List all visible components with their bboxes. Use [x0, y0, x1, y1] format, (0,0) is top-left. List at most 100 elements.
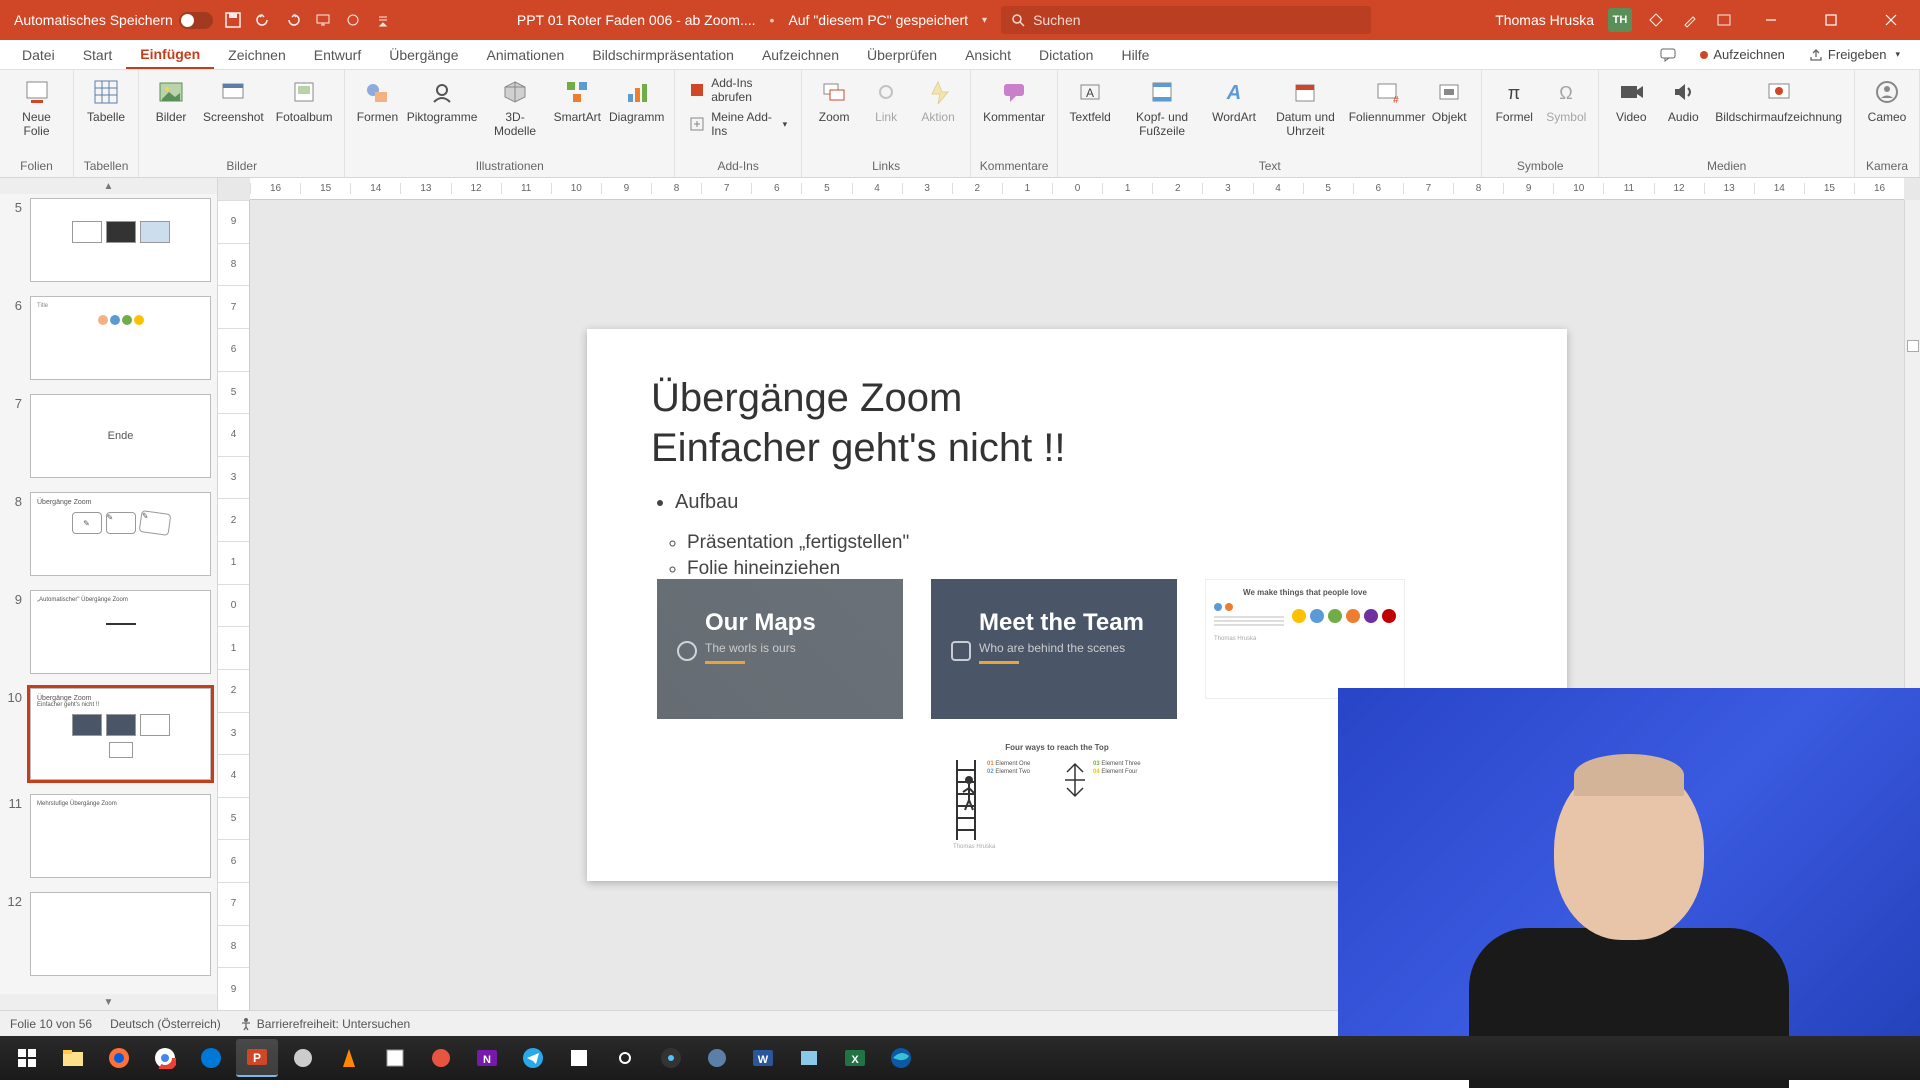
tab-bildschirmpraesentation[interactable]: Bildschirmpräsentation: [578, 40, 748, 69]
start-button[interactable]: [6, 1039, 48, 1077]
shapes-button[interactable]: Formen: [353, 74, 401, 127]
embedded-slide-chart[interactable]: We make things that people love: [1205, 579, 1405, 699]
tab-zeichnen[interactable]: Zeichnen: [214, 40, 300, 69]
equation-button[interactable]: πFormel: [1490, 74, 1538, 127]
slidenumber-button[interactable]: #Foliennummer: [1353, 74, 1421, 127]
autosave-toggle[interactable]: Automatisches Speichern: [14, 12, 213, 29]
telegram-icon[interactable]: [512, 1039, 554, 1077]
obs-icon[interactable]: [604, 1039, 646, 1077]
smartart-button[interactable]: SmartArt: [551, 74, 603, 127]
tab-dictation[interactable]: Dictation: [1025, 40, 1107, 69]
link-button[interactable]: Link: [862, 74, 910, 127]
app-icon[interactable]: [374, 1039, 416, 1077]
slide-title[interactable]: Übergänge Zoom Einfacher geht's nicht !!: [651, 373, 1503, 473]
present-icon[interactable]: [313, 10, 333, 30]
slide-thumbnail[interactable]: 5: [6, 198, 211, 282]
app-icon[interactable]: [696, 1039, 738, 1077]
header-footer-button[interactable]: Kopf- und Fußzeile: [1118, 74, 1206, 141]
object-button[interactable]: Objekt: [1425, 74, 1473, 127]
wordart-button[interactable]: AWordArt: [1210, 74, 1258, 127]
chart-button[interactable]: Diagramm: [607, 74, 666, 127]
chrome-icon[interactable]: [144, 1039, 186, 1077]
slide-counter[interactable]: Folie 10 von 56: [10, 1017, 92, 1031]
datetime-button[interactable]: Datum und Uhrzeit: [1262, 74, 1349, 141]
textbox-button[interactable]: ATextfeld: [1066, 74, 1114, 127]
pictures-button[interactable]: Bilder: [147, 74, 195, 127]
tab-ansicht[interactable]: Ansicht: [951, 40, 1025, 69]
powerpoint-icon[interactable]: P: [236, 1039, 278, 1077]
edge-legacy-icon[interactable]: [190, 1039, 232, 1077]
app-icon[interactable]: [420, 1039, 462, 1077]
get-addins-button[interactable]: Add-Ins abrufen: [683, 74, 793, 106]
icons-button[interactable]: Piktogramme: [405, 74, 478, 127]
save-location[interactable]: Auf "diesem PC" gespeichert: [788, 12, 968, 28]
new-slide-button[interactable]: Neue Folie: [8, 74, 65, 141]
edge-icon[interactable]: [880, 1039, 922, 1077]
excel-icon[interactable]: X: [834, 1039, 876, 1077]
qat-more-icon[interactable]: [373, 10, 393, 30]
search-input[interactable]: Suchen: [1001, 6, 1371, 34]
slide-thumbnail[interactable]: 8 Übergänge Zoom✎✎✎: [6, 492, 211, 576]
undo-icon[interactable]: [253, 10, 273, 30]
audio-button[interactable]: Audio: [1659, 74, 1707, 127]
tab-entwurf[interactable]: Entwurf: [300, 40, 375, 69]
embedded-slide-ladder[interactable]: Four ways to reach the Top 01 Element On…: [947, 739, 1167, 869]
app-icon[interactable]: [282, 1039, 324, 1077]
redo-icon[interactable]: [283, 10, 303, 30]
video-button[interactable]: Video: [1607, 74, 1655, 127]
tab-start[interactable]: Start: [69, 40, 127, 69]
onenote-icon[interactable]: N: [466, 1039, 508, 1077]
file-explorer-icon[interactable]: [52, 1039, 94, 1077]
scroll-down-button[interactable]: ▼: [0, 994, 217, 1010]
comments-toggle[interactable]: [1648, 40, 1688, 69]
tab-aufzeichnen[interactable]: Aufzeichnen: [748, 40, 853, 69]
minimize-button[interactable]: [1748, 0, 1794, 40]
3dmodels-button[interactable]: 3D-Modelle: [483, 74, 548, 141]
slide-thumbnail[interactable]: 11 Mehrstufige Übergänge Zoom: [6, 794, 211, 878]
tab-ueberpruefen[interactable]: Überprüfen: [853, 40, 951, 69]
symbol-button[interactable]: ΩSymbol: [1542, 74, 1590, 127]
language-indicator[interactable]: Deutsch (Österreich): [110, 1017, 221, 1031]
accessibility-check[interactable]: Barrierefreiheit: Untersuchen: [239, 1017, 410, 1031]
tab-uebergaenge[interactable]: Übergänge: [375, 40, 472, 69]
slide-thumbnail[interactable]: 7 Ende: [6, 394, 211, 478]
user-avatar[interactable]: TH: [1608, 8, 1632, 32]
table-button[interactable]: Tabelle: [82, 74, 130, 127]
close-button[interactable]: [1868, 0, 1914, 40]
tab-animationen[interactable]: Animationen: [473, 40, 579, 69]
window-icon[interactable]: [1714, 10, 1734, 30]
zoom-button[interactable]: Zoom: [810, 74, 858, 127]
user-name[interactable]: Thomas Hruska: [1495, 12, 1594, 28]
photoalbum-button[interactable]: Fotoalbum: [272, 74, 337, 127]
comment-button[interactable]: Kommentar: [979, 74, 1049, 127]
app-icon[interactable]: [788, 1039, 830, 1077]
tab-einfuegen[interactable]: Einfügen: [126, 40, 214, 69]
slide-thumbnail[interactable]: 12: [6, 892, 211, 976]
chevron-down-icon[interactable]: ▾: [982, 15, 987, 26]
pen-icon[interactable]: [1680, 10, 1700, 30]
tab-datei[interactable]: Datei: [8, 40, 69, 69]
embedded-slide-maps[interactable]: Our Maps The worls is ours: [657, 579, 903, 719]
tab-hilfe[interactable]: Hilfe: [1107, 40, 1163, 69]
cameo-button[interactable]: Cameo: [1863, 74, 1911, 127]
word-icon[interactable]: W: [742, 1039, 784, 1077]
scroll-up-button[interactable]: ▲: [0, 178, 217, 194]
slide-thumbnail[interactable]: 9 „Automatischer" Übergänge Zoom: [6, 590, 211, 674]
my-addins-button[interactable]: Meine Add-Ins▾: [683, 108, 793, 140]
save-icon[interactable]: [223, 10, 243, 30]
slide-thumbnail[interactable]: 6 Title: [6, 296, 211, 380]
app-icon[interactable]: [650, 1039, 692, 1077]
action-button[interactable]: Aktion: [914, 74, 962, 127]
embedded-slide-team[interactable]: Meet the Team Who are behind the scenes: [931, 579, 1177, 719]
record-button[interactable]: Aufzeichnen: [1688, 40, 1797, 69]
firefox-icon[interactable]: [98, 1039, 140, 1077]
vlc-icon[interactable]: [328, 1039, 370, 1077]
share-button[interactable]: Freigeben▾: [1797, 40, 1912, 69]
app-icon[interactable]: [558, 1039, 600, 1077]
diamond-icon[interactable]: [1646, 10, 1666, 30]
touch-mode-icon[interactable]: [343, 10, 363, 30]
screen-recording-button[interactable]: Bildschirmaufzeichnung: [1711, 74, 1846, 127]
maximize-button[interactable]: [1808, 0, 1854, 40]
slide-thumbnail[interactable]: 10 Übergänge ZoomEinfacher geht's nicht …: [6, 688, 211, 780]
screenshot-button[interactable]: Screenshot: [199, 74, 268, 127]
